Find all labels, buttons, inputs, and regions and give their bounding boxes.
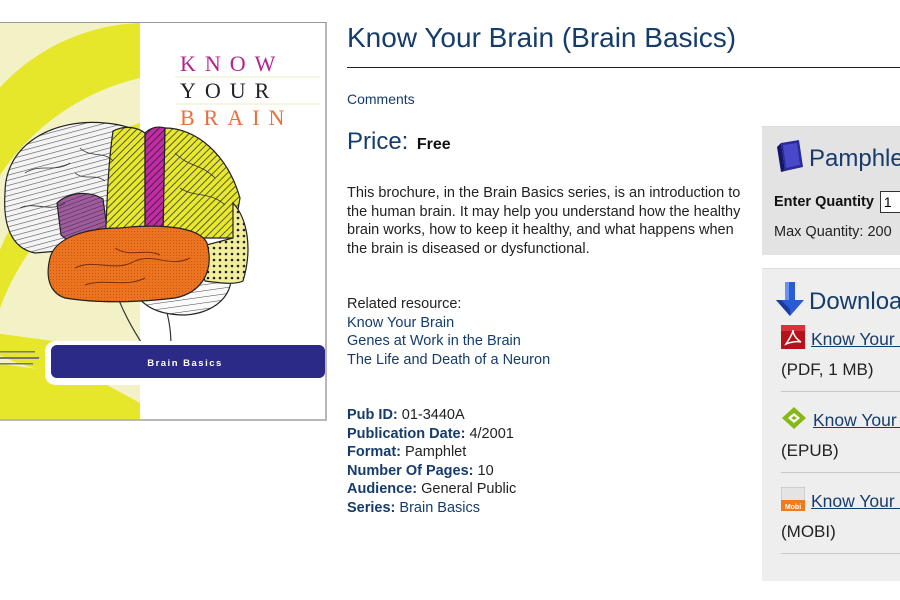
meta-value: 01-3440A <box>401 407 465 423</box>
meta-value: General Public <box>421 481 517 497</box>
description: This brochure, in the Brain Basics serie… <box>347 185 741 257</box>
page-title: Know Your Brain (Brain Basics) <box>347 22 737 53</box>
mobi-icon: Mobi <box>780 486 806 516</box>
download-mobi-meta: (MOBI) <box>781 522 836 541</box>
download-item-mobi: Mobi Know Your Brain (MOBI) <box>780 486 900 542</box>
order-panel: Pamphlet Enter Quantity Max Quantity: 20… <box>762 126 900 255</box>
download-mobi-link[interactable]: Know Your Brain <box>811 491 900 512</box>
cover-title-know: KNOW <box>180 51 284 76</box>
price-label: Price: <box>347 128 409 155</box>
price-value: Free <box>416 136 451 153</box>
meta-number-of-pages: Number Of Pages: 10 <box>347 462 516 481</box>
max-quantity: Max Quantity: 200 <box>774 224 892 240</box>
svg-text:Mobi: Mobi <box>785 504 801 511</box>
download-epub-link[interactable]: Know Your Brain <box>813 410 900 431</box>
meta-format: Format: Pamphlet <box>347 443 516 462</box>
related-resources: Related resource: Know Your Brain Genes … <box>347 295 550 369</box>
meta-audience: Audience: General Public <box>347 480 516 499</box>
pdf-icon <box>781 325 805 354</box>
cover-banner-text: Brain Basics <box>147 358 223 369</box>
meta-value: 4/2001 <box>469 425 514 442</box>
meta-publication-date: Publication Date: 4/2001 <box>347 425 516 444</box>
download-pdf-link[interactable]: Know Your Brain <box>811 329 900 350</box>
download-divider <box>781 472 900 473</box>
book-icon <box>775 139 805 178</box>
download-item-pdf: Know Your Brain (PDF, 1 MB) <box>781 325 900 380</box>
price: Price: Free <box>347 128 451 156</box>
order-panel-title: Pamphlet <box>809 144 900 172</box>
meta-pub-id: Pub ID: 01-3440A <box>347 406 516 425</box>
download-arrow-icon <box>775 281 805 322</box>
meta-key: Format: <box>347 444 401 460</box>
meta-value: 10 <box>477 462 494 479</box>
cover-illustration: KNOW YOUR BRAIN Brain Basics <box>0 23 325 419</box>
title-divider <box>347 67 900 68</box>
meta-series: Series: Brain Basics <box>347 499 516 518</box>
meta-key: Number Of Pages: <box>347 462 474 479</box>
meta-key: Pub ID: <box>347 407 398 423</box>
meta-key: Series: <box>347 499 396 516</box>
related-link-know-your-brain[interactable]: Know Your Brain <box>347 314 550 333</box>
related-link-genes-at-work[interactable]: Genes at Work in the Brain <box>347 332 550 351</box>
related-label: Related resource: <box>347 296 462 312</box>
related-link-life-and-death-neuron[interactable]: The Life and Death of a Neuron <box>347 351 550 370</box>
download-divider <box>781 553 900 554</box>
quantity-input[interactable] <box>879 191 900 213</box>
quantity-row: Enter Quantity <box>774 191 900 213</box>
series-link[interactable]: Brain Basics <box>399 500 480 516</box>
download-divider <box>781 391 900 392</box>
meta-key: Audience: <box>347 481 418 497</box>
cover-title-brain: BRAIN <box>180 105 293 130</box>
quantity-label: Enter Quantity <box>774 194 874 210</box>
cover-image: KNOW YOUR BRAIN Brain Basics <box>0 22 327 421</box>
download-epub-meta: (EPUB) <box>781 441 839 460</box>
download-item-epub: Know Your Brain (EPUB) <box>781 406 900 461</box>
publication-metadata: Pub ID: 01-3440A Publication Date: 4/200… <box>347 406 516 517</box>
download-panel-title: Download <box>809 287 900 315</box>
cover-title-your: YOUR <box>180 78 278 103</box>
order-panel-header: Pamphlet <box>775 139 900 178</box>
epub-icon <box>781 406 807 435</box>
meta-key: Publication Date: <box>347 425 466 442</box>
download-panel-header: Download <box>775 281 900 322</box>
download-panel: Download Know Your Brain (PDF, 1 MB) <box>762 268 900 581</box>
meta-value: Pamphlet <box>405 444 467 460</box>
download-pdf-meta: (PDF, 1 MB) <box>781 360 874 379</box>
comments-link[interactable]: Comments <box>347 91 415 107</box>
